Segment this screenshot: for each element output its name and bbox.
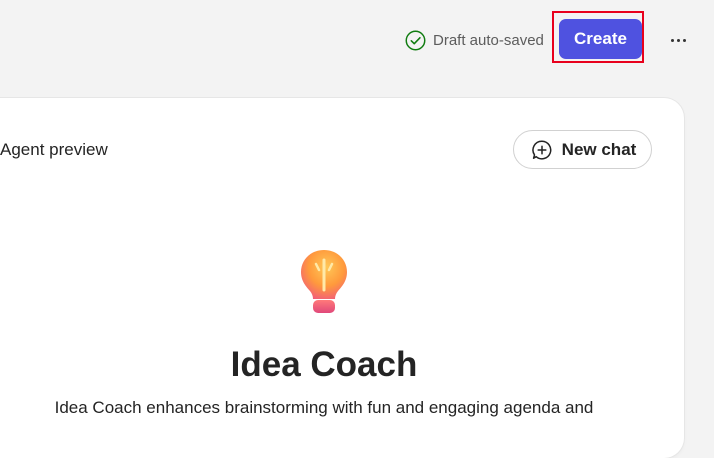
new-chat-button[interactable]: New chat (513, 130, 652, 169)
panel-title: Agent preview (0, 140, 108, 159)
lightbulb-icon (301, 250, 347, 313)
agent-name: Idea Coach (230, 345, 418, 384)
chat-add-icon (531, 139, 552, 159)
agent-description: Idea Coach enhances brainstorming with f… (54, 398, 594, 417)
checkmark-circle-icon (405, 30, 426, 50)
new-chat-label: New chat (561, 139, 637, 159)
draft-status: Draft auto-saved (405, 29, 544, 51)
more-horizontal-icon (670, 38, 674, 42)
create-button[interactable]: Create (559, 19, 642, 59)
more-options-button[interactable] (664, 28, 692, 52)
draft-status-text: Draft auto-saved (433, 31, 544, 49)
top-bar: Draft auto-saved Create (0, 0, 714, 80)
